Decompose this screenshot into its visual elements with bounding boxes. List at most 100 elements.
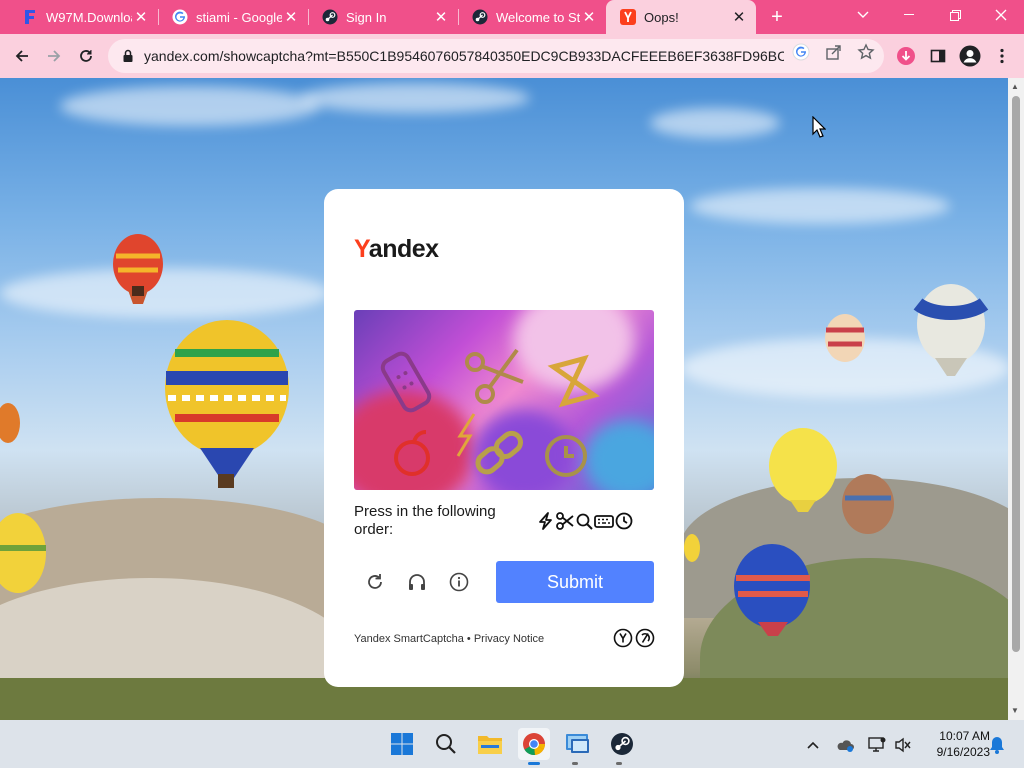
privacy-notice-link[interactable]: Privacy Notice — [474, 633, 544, 645]
restore-icon[interactable] — [932, 0, 978, 30]
yandex-circle-logo-icon[interactable] — [613, 628, 633, 653]
balloon-icon — [684, 534, 700, 562]
system-clock[interactable]: 10:07 AM 9/16/2023 — [920, 728, 990, 760]
tab-title: W97M.Downloa — [46, 9, 132, 25]
running-indicator — [616, 762, 622, 765]
download-icon[interactable] — [892, 42, 920, 70]
volume-muted-icon[interactable] — [894, 736, 912, 754]
close-tab-icon[interactable]: ✕ — [432, 8, 450, 26]
balloon-icon — [113, 234, 163, 304]
tab-search-icon[interactable] — [840, 0, 886, 30]
close-window-icon[interactable] — [978, 0, 1024, 30]
google-icon — [172, 9, 188, 25]
clock-icon — [614, 511, 634, 531]
balloon-icon — [842, 474, 894, 534]
url-text[interactable]: yandex.com/showcaptcha?mt=B550C1B9546076… — [144, 48, 784, 64]
balloon-icon — [165, 320, 289, 488]
footer-logos — [613, 628, 655, 653]
clock-time: 10:07 AM — [939, 729, 990, 743]
tab-oops[interactable]: Oops! ✕ — [606, 0, 756, 34]
hourglass-icon — [547, 354, 600, 408]
address-bar[interactable]: yandex.com/showcaptcha?mt=B550C1B9546076… — [108, 39, 884, 73]
lightning-icon — [536, 511, 556, 531]
reload-icon[interactable] — [72, 42, 100, 70]
clock-icon — [545, 435, 587, 477]
bandage-icon — [380, 351, 432, 413]
google-lens-icon[interactable] — [792, 43, 810, 61]
chrome-icon[interactable] — [518, 728, 550, 760]
file-explorer-icon[interactable] — [474, 728, 506, 760]
notification-bell-icon[interactable] — [988, 736, 1006, 754]
captcha-order-sequence — [536, 511, 634, 531]
forward-icon[interactable] — [40, 42, 68, 70]
steam-icon — [322, 9, 338, 25]
logo-text: andex — [368, 235, 439, 263]
lightning-icon — [456, 413, 476, 457]
profile-avatar-icon[interactable] — [956, 42, 984, 70]
page-scrollbar[interactable]: ▲ ▼ — [1008, 78, 1024, 720]
tab-google[interactable]: stiami - Google ✕ — [158, 0, 308, 34]
captcha-image[interactable] — [354, 310, 654, 490]
keyboard-icon — [594, 511, 614, 531]
steam-taskbar-icon[interactable] — [606, 728, 638, 760]
link-icon — [475, 430, 523, 475]
remote-desktop-icon[interactable] — [562, 728, 594, 760]
lock-icon[interactable] — [120, 48, 136, 64]
balloon-icon — [913, 284, 989, 376]
yandex-icon — [620, 9, 636, 25]
running-indicator — [572, 762, 578, 765]
tab-sign-in[interactable]: Sign In ✕ — [308, 0, 458, 34]
captcha-footer: Yandex SmartCaptcha • Privacy Notice — [354, 633, 544, 645]
tab-w97m[interactable]: W97M.Downloa ✕ — [8, 0, 158, 34]
tab-title: stiami - Google — [196, 9, 282, 25]
browser-toolbar: yandex.com/showcaptcha?mt=B550C1B9546076… — [0, 34, 1024, 78]
apple-icon — [394, 430, 430, 476]
onedrive-icon[interactable] — [836, 736, 854, 754]
mouse-cursor-icon — [812, 116, 826, 138]
active-indicator — [528, 762, 540, 765]
close-tab-icon[interactable]: ✕ — [132, 8, 150, 26]
magnifier-icon — [575, 511, 594, 531]
back-icon[interactable] — [8, 42, 36, 70]
close-tab-icon[interactable]: ✕ — [282, 8, 300, 26]
balloon-icon — [734, 544, 810, 636]
side-panel-icon[interactable] — [924, 42, 952, 70]
tab-title: Oops! — [644, 9, 679, 25]
audio-headphones-icon[interactable] — [404, 569, 430, 595]
captcha-card: Yandex Press in the following order: Sub… — [324, 189, 684, 687]
bookmark-star-icon[interactable] — [857, 43, 875, 61]
scissors-icon — [465, 348, 524, 404]
scroll-up-icon[interactable]: ▲ — [1011, 82, 1019, 91]
clock-date: 9/16/2023 — [936, 745, 990, 759]
tab-welcome-steam[interactable]: Welcome to Ste ✕ — [458, 0, 606, 34]
share-icon[interactable] — [825, 43, 843, 61]
captcha-instruction: Press in the following order: — [354, 503, 496, 538]
kebab-menu-icon[interactable] — [988, 42, 1016, 70]
scrollbar-thumb[interactable] — [1012, 96, 1020, 652]
refresh-icon[interactable] — [362, 569, 388, 595]
scroll-down-icon[interactable]: ▼ — [1011, 706, 1019, 715]
close-tab-icon[interactable]: ✕ — [580, 8, 598, 26]
captcha-icons-layer — [380, 348, 600, 477]
blue-f-icon — [22, 9, 38, 25]
balloon-icon — [0, 513, 46, 593]
footer-brand: Yandex SmartCaptcha — [354, 633, 464, 645]
info-icon[interactable] — [446, 569, 472, 595]
yandex-logo: Yandex — [354, 235, 439, 264]
minimize-icon[interactable] — [886, 0, 932, 30]
submit-button[interactable]: Submit — [496, 561, 654, 603]
close-tab-icon[interactable]: ✕ — [730, 8, 748, 26]
new-tab-icon[interactable]: + — [766, 6, 788, 28]
balloon-icon — [0, 403, 20, 443]
balloon-icon — [769, 428, 837, 512]
scissors-icon — [556, 511, 575, 531]
smartcaptcha-logo-icon[interactable] — [635, 628, 655, 653]
search-icon[interactable] — [430, 728, 462, 760]
chevron-up-icon[interactable] — [804, 736, 822, 754]
balloon-icon — [825, 314, 865, 362]
tab-strip: W97M.Downloa ✕ stiami - Google ✕ Sign In… — [0, 0, 1024, 34]
windows-start-icon[interactable] — [386, 728, 418, 760]
display-icon[interactable] — [868, 736, 886, 754]
steam-icon — [472, 9, 488, 25]
logo-letter: Y — [354, 235, 369, 263]
